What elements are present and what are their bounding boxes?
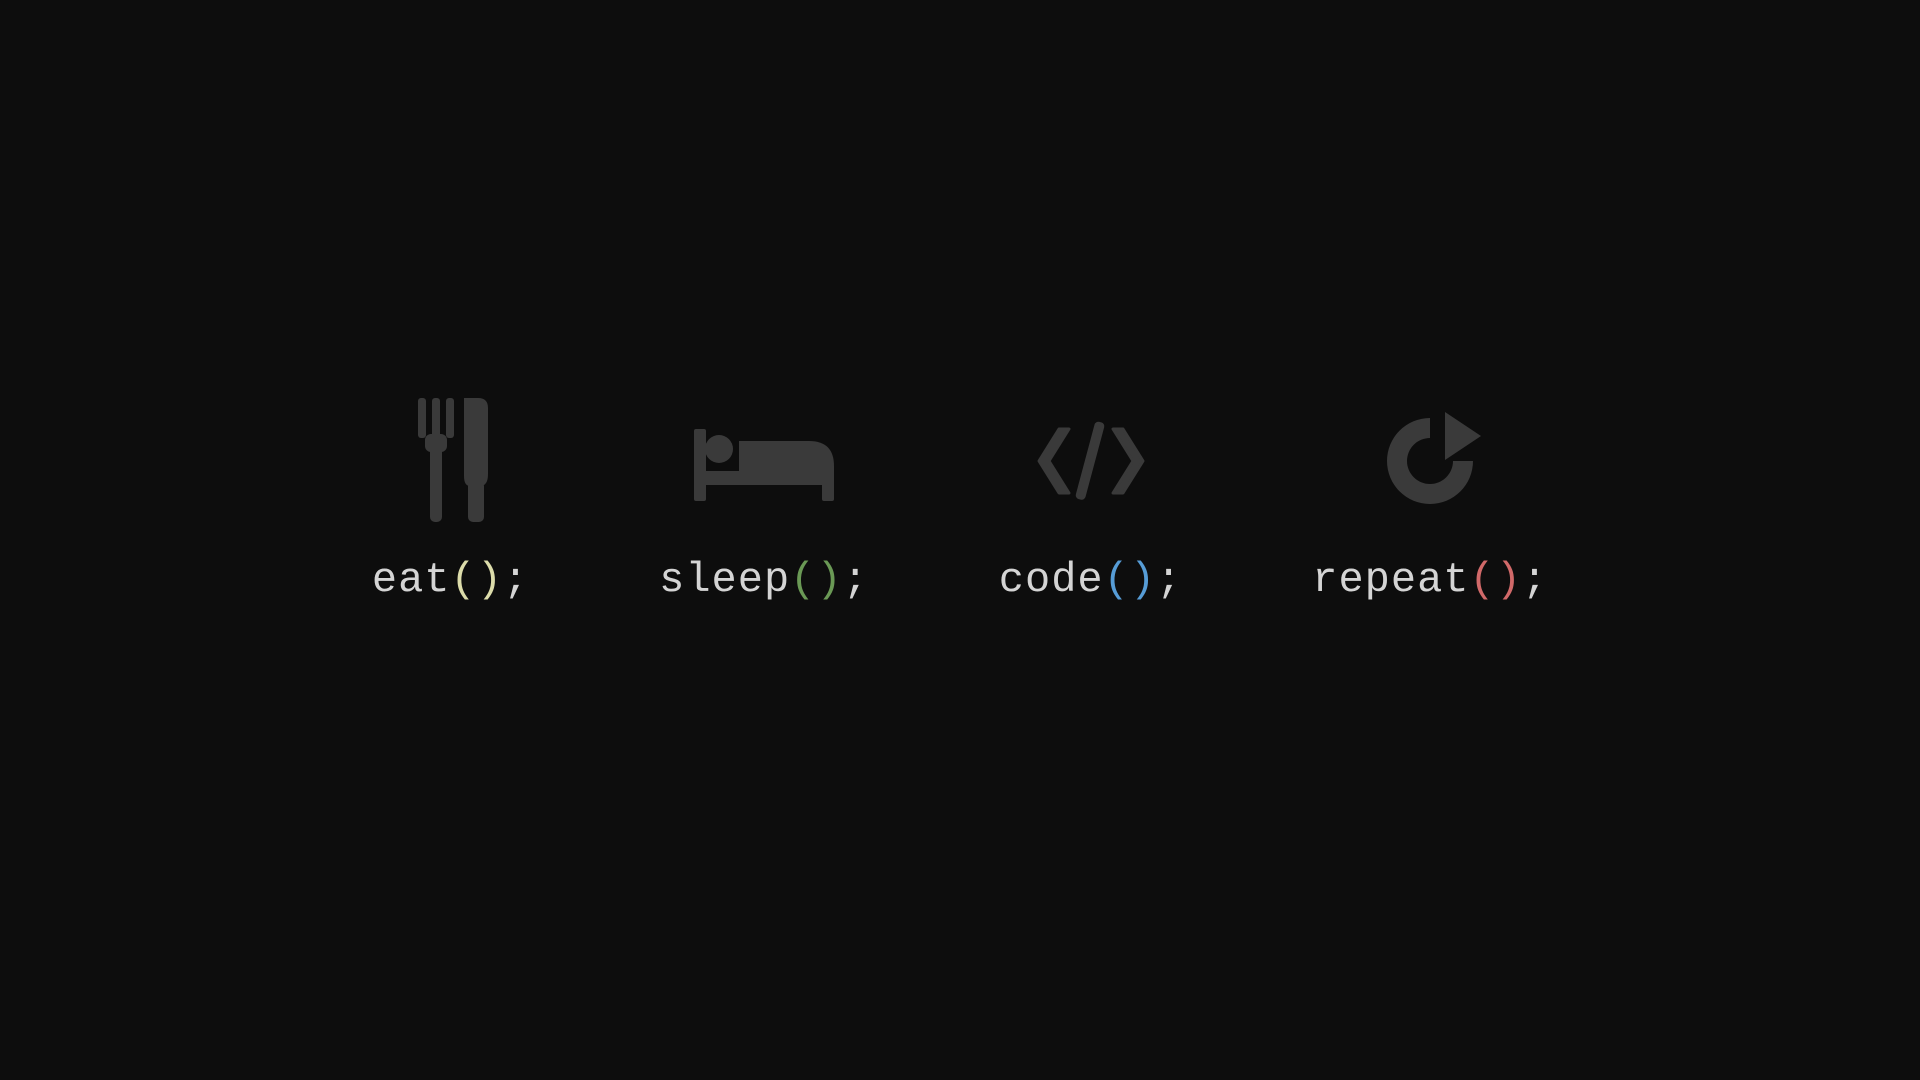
parens: ()	[790, 556, 842, 604]
parens: ()	[450, 556, 502, 604]
fn-name: eat	[372, 556, 451, 604]
item-code: code();	[999, 396, 1182, 604]
item-eat: eat();	[372, 396, 529, 604]
bed-icon	[689, 396, 839, 526]
semicolon: ;	[843, 556, 869, 604]
semicolon: ;	[1522, 556, 1548, 604]
semicolon: ;	[503, 556, 529, 604]
fork-knife-icon	[400, 396, 500, 526]
redo-icon	[1373, 396, 1488, 526]
item-repeat: repeat();	[1312, 396, 1548, 604]
semicolon: ;	[1156, 556, 1182, 604]
label-code: code();	[999, 556, 1182, 604]
fn-name: code	[999, 556, 1104, 604]
parens: ()	[1104, 556, 1156, 604]
label-sleep: sleep();	[659, 556, 869, 604]
wallpaper-container: eat(); sleep(); code();	[372, 396, 1548, 604]
label-eat: eat();	[372, 556, 529, 604]
parens: ()	[1470, 556, 1522, 604]
fn-name: repeat	[1312, 556, 1469, 604]
fn-name: sleep	[659, 556, 790, 604]
label-repeat: repeat();	[1312, 556, 1548, 604]
code-icon	[1021, 396, 1161, 526]
item-sleep: sleep();	[659, 396, 869, 604]
